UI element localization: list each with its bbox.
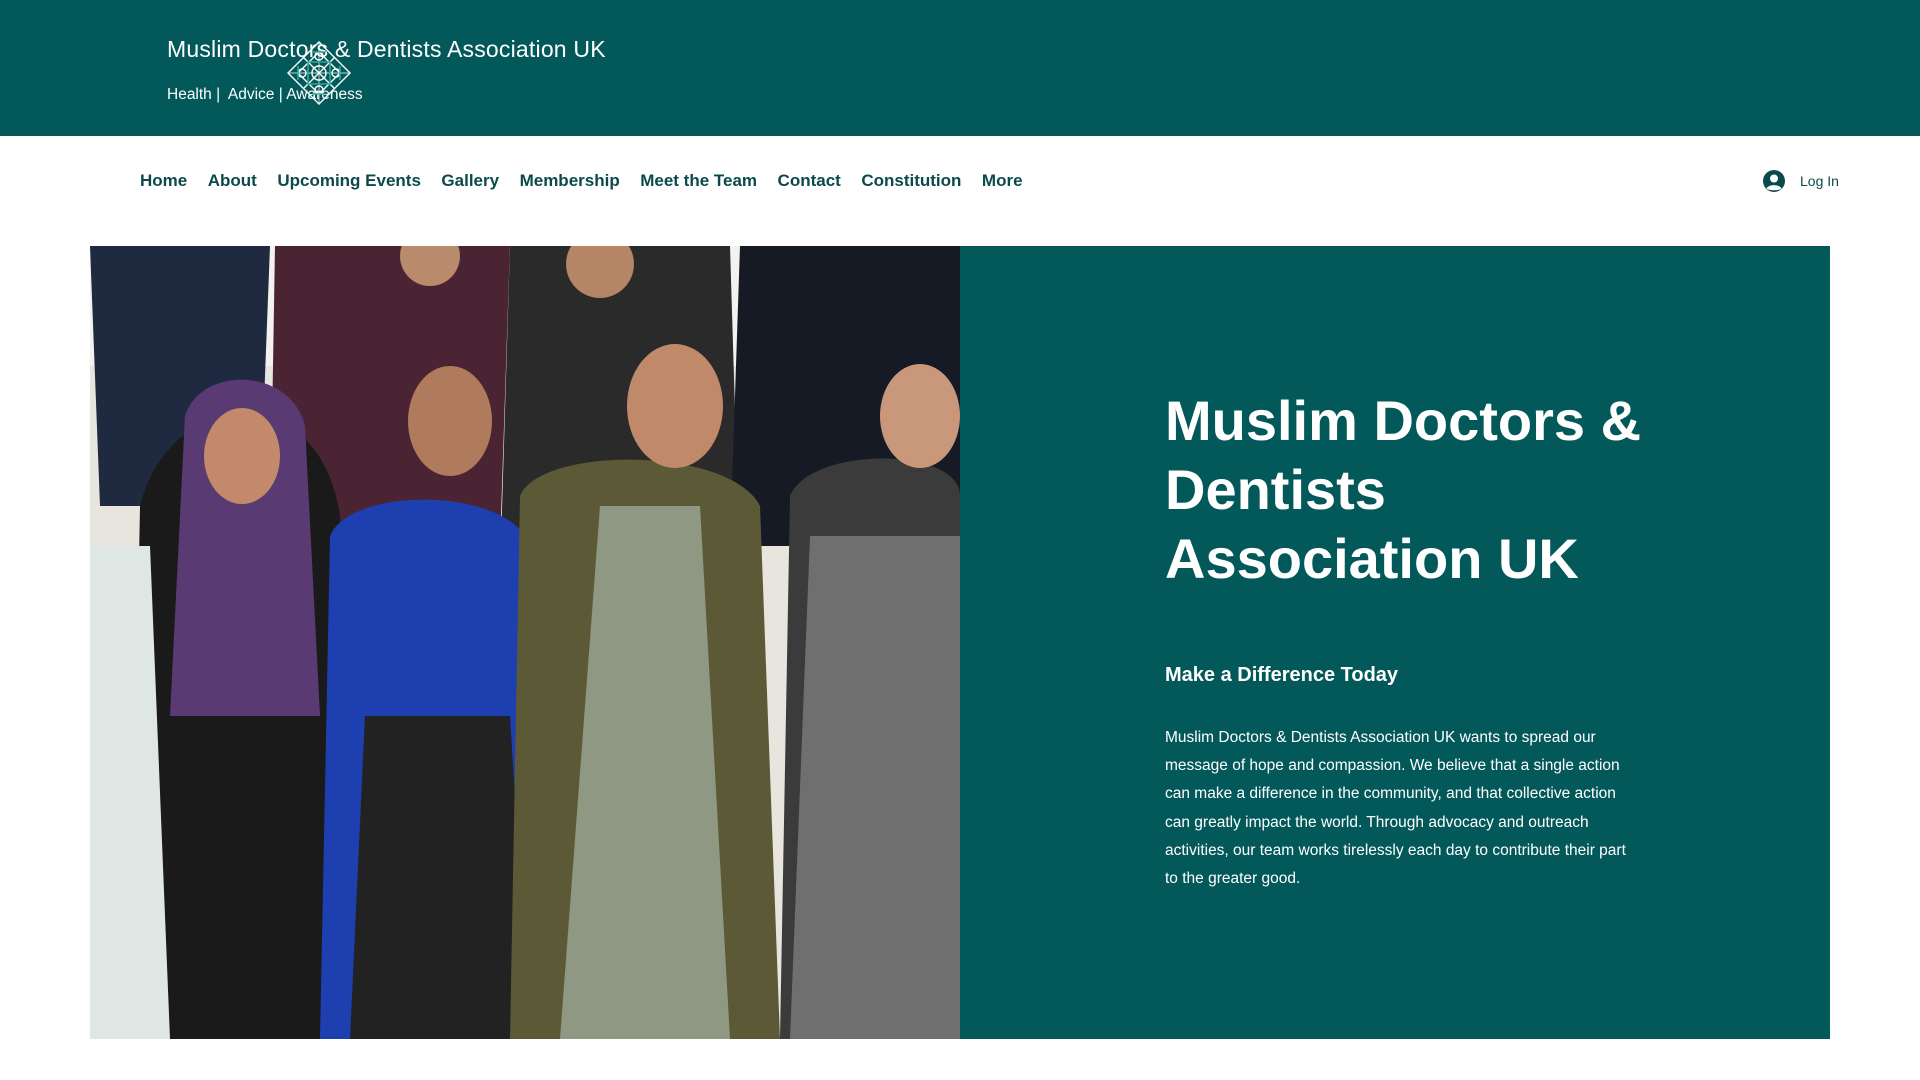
nav-item-constitution[interactable]: Constitution [861,171,961,191]
nav-item-contact[interactable]: Contact [778,171,841,191]
nav-item-membership[interactable]: Membership [520,171,620,191]
nav-item-meet-the-team[interactable]: Meet the Team [640,171,757,191]
login-label: Log In [1800,173,1839,189]
login-button[interactable]: Log In [1762,167,1839,195]
nav-item-more[interactable]: More [982,171,1023,191]
site-header: Muslim Doctors & Dentists Association UK… [0,0,1920,136]
nav-item-gallery[interactable]: Gallery [441,171,499,191]
hero-title: Muslim Doctors & Dentists Association UK [1165,389,1642,590]
hero-subtitle: Make a Difference Today [1165,664,1399,686]
group-photo-illustration [90,246,960,1039]
hero-group-photo [90,246,960,1039]
user-avatar-icon [1763,170,1785,192]
hero-panel: Muslim Doctors & Dentists Association UK… [960,246,1830,1039]
hero-description: Muslim Doctors & Dentists Association UK… [1165,729,1626,888]
main-navigation: Home About Upcoming Events Gallery Membe… [140,170,1043,192]
nav-item-home[interactable]: Home [140,171,187,191]
nav-item-about[interactable]: About [208,171,257,191]
site-title[interactable]: Muslim Doctors & Dentists Association UK [167,36,606,63]
nav-item-upcoming-events[interactable]: Upcoming Events [277,171,421,191]
logo-icon[interactable] [284,38,354,108]
